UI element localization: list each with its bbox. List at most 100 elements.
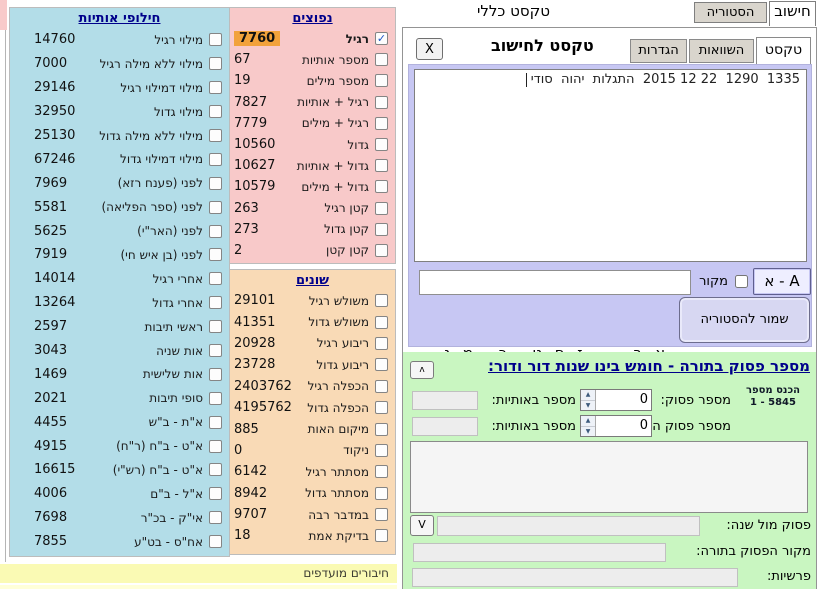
spin-down-icon[interactable]: ▼ bbox=[581, 401, 595, 411]
common-panel-title[interactable]: נפוצים bbox=[230, 8, 395, 26]
tab-calculation[interactable]: חישוב bbox=[769, 1, 816, 26]
exchanges-panel-title[interactable]: חילופי אותיות bbox=[10, 8, 229, 26]
tab-settings[interactable]: הגדרות bbox=[630, 39, 687, 63]
row-checkbox[interactable] bbox=[375, 358, 388, 371]
row-checkbox[interactable] bbox=[375, 423, 388, 436]
row-checkbox[interactable] bbox=[209, 153, 222, 166]
row-value: 67 bbox=[234, 52, 251, 67]
row-checkbox[interactable] bbox=[375, 444, 388, 457]
row-checkbox[interactable]: ✓ bbox=[375, 32, 388, 45]
row-checkbox[interactable] bbox=[209, 177, 222, 190]
row-checkbox[interactable] bbox=[209, 105, 222, 118]
collapse-button[interactable]: ʌ bbox=[410, 361, 434, 379]
row-checkbox[interactable] bbox=[209, 440, 222, 453]
calc-row: קטן גדול273 bbox=[230, 219, 395, 240]
calc-row: הכפלה רגיל2403762 bbox=[230, 376, 395, 397]
row-checkbox[interactable] bbox=[209, 511, 222, 524]
calc-row: א"ת - ב"ש4455 bbox=[10, 410, 229, 434]
row-checkbox[interactable] bbox=[375, 159, 388, 172]
row-value: 10560 bbox=[234, 137, 275, 152]
exchanges-panel: חילופי אותיות מילוי רגיל14760מילוי ללא מ… bbox=[9, 7, 230, 557]
row-label: בדיקת אמת bbox=[309, 529, 369, 543]
calculation-textarea[interactable]: 1335 ‏1290 ‏22 ‏12 ‏2015 ‏התגלות יהוה סו… bbox=[414, 69, 807, 262]
reverse-verse-spinner[interactable]: ▲ ▼ 0 bbox=[580, 415, 652, 437]
row-label: גדול bbox=[347, 138, 369, 152]
row-checkbox[interactable] bbox=[375, 53, 388, 66]
row-label: משולש גדול bbox=[308, 315, 369, 329]
row-checkbox[interactable] bbox=[375, 244, 388, 257]
row-checkbox[interactable] bbox=[209, 296, 222, 309]
row-checkbox[interactable] bbox=[209, 272, 222, 285]
row-checkbox[interactable] bbox=[375, 138, 388, 151]
row-checkbox[interactable] bbox=[209, 81, 222, 94]
row-checkbox[interactable] bbox=[209, 225, 222, 238]
row-checkbox[interactable] bbox=[209, 392, 222, 405]
row-label: מילוי דמילוי גדול bbox=[120, 152, 203, 166]
row-checkbox[interactable] bbox=[209, 33, 222, 46]
hint-range: 1 - 5845 bbox=[734, 397, 812, 409]
row-label: מספר אותיות bbox=[302, 53, 369, 67]
tab-text[interactable]: טקסט bbox=[756, 37, 811, 64]
row-checkbox[interactable] bbox=[375, 380, 388, 393]
row-checkbox[interactable] bbox=[375, 316, 388, 329]
row-checkbox[interactable] bbox=[209, 416, 222, 429]
reverse-verse-value[interactable]: 0 bbox=[596, 416, 651, 436]
v-button[interactable]: V bbox=[410, 515, 434, 536]
row-value: 3043 bbox=[34, 343, 67, 358]
row-checkbox[interactable] bbox=[209, 320, 222, 333]
row-checkbox[interactable] bbox=[375, 337, 388, 350]
row-checkbox[interactable] bbox=[375, 223, 388, 236]
calc-row: אח"ס - בט"ע7855 bbox=[10, 530, 229, 554]
row-label: הכפלה רגיל bbox=[308, 379, 369, 393]
row-checkbox[interactable] bbox=[209, 344, 222, 357]
row-label: מילוי ללא מילה גדול bbox=[99, 129, 203, 143]
tab-history[interactable]: הסטוריה bbox=[694, 2, 767, 23]
calc-row: קטן קטן2 bbox=[230, 240, 395, 261]
spin-up-icon[interactable]: ▲ bbox=[581, 390, 595, 401]
verse-number-spinner[interactable]: ▲ ▼ 0 bbox=[580, 389, 652, 411]
row-checkbox[interactable] bbox=[209, 248, 222, 261]
row-checkbox[interactable] bbox=[375, 508, 388, 521]
row-checkbox[interactable] bbox=[375, 96, 388, 109]
calc-row: אי"ק - בכ"ר7698 bbox=[10, 506, 229, 530]
row-checkbox[interactable] bbox=[209, 57, 222, 70]
row-checkbox[interactable] bbox=[375, 202, 388, 215]
hebrew-latin-toggle-button[interactable]: A - א bbox=[753, 268, 811, 295]
row-checkbox[interactable] bbox=[375, 180, 388, 193]
spin-up-icon[interactable]: ▲ bbox=[581, 416, 595, 427]
row-checkbox[interactable] bbox=[375, 401, 388, 414]
source-input[interactable] bbox=[419, 270, 691, 295]
save-to-history-button[interactable]: שמור להסטוריה bbox=[679, 297, 810, 343]
parshiot-label: פרשיות: bbox=[767, 569, 811, 584]
row-checkbox[interactable] bbox=[209, 368, 222, 381]
row-label: רגיל + אותיות bbox=[297, 95, 369, 109]
row-checkbox[interactable] bbox=[209, 201, 222, 214]
torah-verse-title-link[interactable]: מספר פסוק בתורה - חומש בינו שנות דור ודו… bbox=[488, 357, 810, 375]
row-value: 29101 bbox=[234, 293, 275, 308]
verse-text-output bbox=[410, 441, 808, 513]
row-label: קטן קטן bbox=[326, 243, 369, 257]
tab-comparisons[interactable]: השוואות bbox=[689, 39, 754, 63]
hint-line1: הכנס מספר bbox=[746, 385, 800, 396]
row-checkbox[interactable] bbox=[375, 465, 388, 478]
calc-row: אחרי רגיל14014 bbox=[10, 267, 229, 291]
row-checkbox[interactable] bbox=[375, 529, 388, 542]
verse-number-value[interactable]: 0 bbox=[596, 390, 651, 410]
various-panel-title[interactable]: שונים bbox=[230, 270, 395, 288]
row-label: ראשי תיבות bbox=[145, 320, 203, 334]
row-checkbox[interactable] bbox=[209, 535, 222, 548]
row-value: 7855 bbox=[34, 534, 67, 549]
row-checkbox[interactable] bbox=[209, 463, 222, 476]
row-checkbox[interactable] bbox=[375, 487, 388, 500]
calc-row: ניקוד0 bbox=[230, 440, 395, 461]
source-checkbox[interactable] bbox=[735, 275, 748, 288]
row-checkbox[interactable] bbox=[209, 129, 222, 142]
spin-down-icon[interactable]: ▼ bbox=[581, 427, 595, 437]
row-checkbox[interactable] bbox=[375, 74, 388, 87]
row-checkbox[interactable] bbox=[209, 487, 222, 500]
close-button[interactable]: X bbox=[416, 38, 443, 60]
reverse-in-letters-output bbox=[412, 417, 478, 436]
calc-row: ✓רגיל7760 bbox=[230, 28, 395, 49]
row-checkbox[interactable] bbox=[375, 294, 388, 307]
row-checkbox[interactable] bbox=[375, 117, 388, 130]
